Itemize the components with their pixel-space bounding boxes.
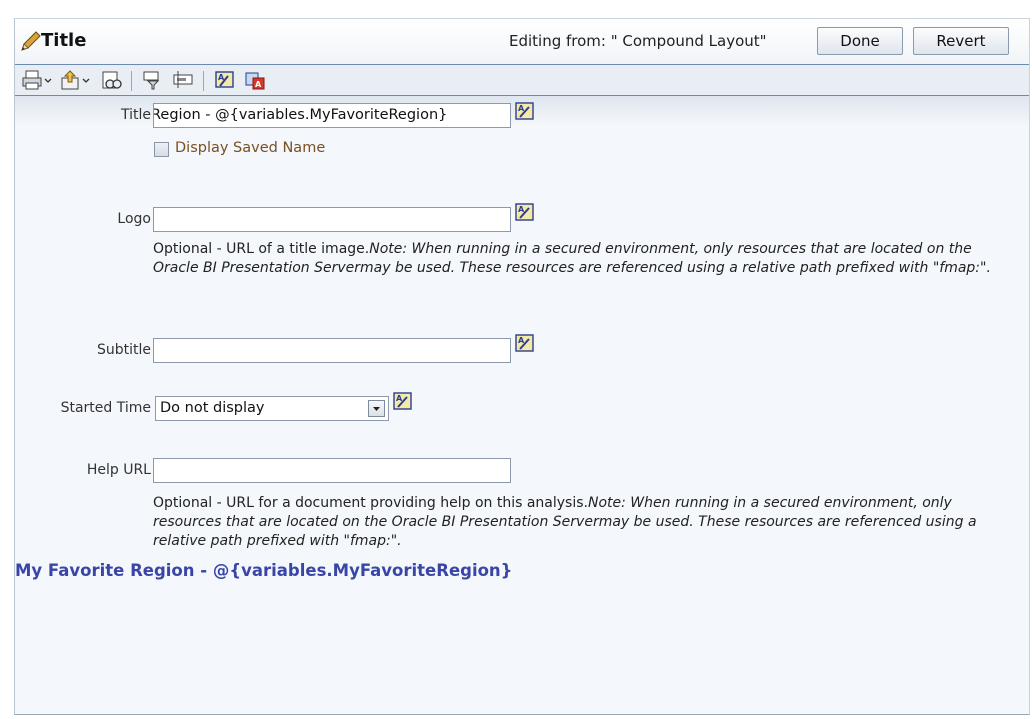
format-button[interactable]: A <box>214 69 236 91</box>
title-preview: My Favorite Region - @{variables.MyFavor… <box>15 561 513 580</box>
subtitle-input[interactable] <box>153 338 511 363</box>
subtitle-label: Subtitle <box>96 342 151 358</box>
format-icon[interactable]: A <box>515 102 535 122</box>
print-icon <box>22 70 42 90</box>
title-input[interactable]: Region - @{variables.MyFavoriteRegion} <box>153 103 511 128</box>
display-saved-name-checkbox[interactable] <box>154 142 169 157</box>
preview-button[interactable] <box>101 69 123 91</box>
help-note-text: Optional - URL for a document providing … <box>153 495 588 511</box>
editing-from-text: Editing from: " Compound Layout" <box>509 32 767 50</box>
logo-label: Logo <box>117 211 151 227</box>
started-time-label: Started Time <box>60 400 151 416</box>
preview-icon <box>102 71 122 89</box>
toolbar-separator <box>203 71 204 91</box>
toolbar: A A <box>15 64 1029 96</box>
dropdown-arrow[interactable] <box>368 400 385 417</box>
format-icon: A <box>215 71 234 88</box>
prompt-icon <box>173 71 193 88</box>
help-url-input[interactable] <box>153 458 511 483</box>
format-clear-icon: A <box>245 72 265 90</box>
started-time-select[interactable]: Do not display <box>155 396 389 421</box>
panel-header: Title Editing from: " Compound Layout" D… <box>15 18 1029 64</box>
title-input-value: Region - @{variables.MyFavoriteRegion} <box>153 107 448 123</box>
pencil-icon <box>21 31 41 51</box>
print-menu[interactable] <box>21 69 53 91</box>
revert-button[interactable]: Revert <box>913 27 1009 55</box>
help-url-note: Optional - URL for a document providing … <box>153 494 1013 551</box>
format-icon[interactable]: A <box>393 392 413 412</box>
prompt-button[interactable] <box>172 69 194 91</box>
chevron-down-icon <box>373 407 380 411</box>
help-url-label: Help URL <box>86 462 151 478</box>
svg-text:A: A <box>255 80 262 89</box>
panel-title: Title <box>41 30 87 51</box>
format-icon[interactable]: A <box>515 203 535 223</box>
logo-input[interactable] <box>153 207 511 232</box>
logo-help-note: Optional - URL of a title image.Note: Wh… <box>153 240 1013 278</box>
chevron-down-icon <box>82 78 90 83</box>
display-saved-name-label: Display Saved Name <box>175 140 326 156</box>
filter-button[interactable] <box>142 69 164 91</box>
title-editor-panel: Title Editing from: " Compound Layout" D… <box>14 18 1030 715</box>
title-label: Title <box>120 107 151 123</box>
logo-note-text: Optional - URL of a title image. <box>153 241 370 257</box>
chevron-down-icon <box>44 78 52 83</box>
toolbar-separator <box>131 71 132 91</box>
export-menu[interactable] <box>59 69 91 91</box>
started-time-value: Do not display <box>160 400 265 416</box>
form-body: Title Region - @{variables.MyFavoriteReg… <box>15 96 1029 714</box>
format-icon[interactable]: A <box>515 334 535 354</box>
format-clear-button[interactable]: A <box>244 69 266 91</box>
done-button[interactable]: Done <box>817 27 903 55</box>
export-icon <box>61 70 79 90</box>
filter-icon <box>143 71 160 90</box>
